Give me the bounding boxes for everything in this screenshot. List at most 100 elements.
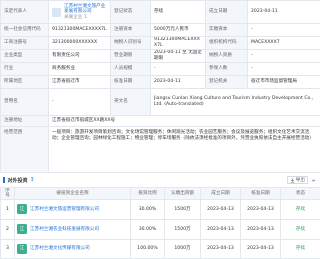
investment-ratio: 30.00%	[131, 199, 165, 219]
business-scope: 一般项目：旅游开发项目策划咨询；文化场馆管理服务；休闲观光活动；农业园艺服务；会…	[49, 127, 320, 173]
info-value: 5000万元人民币	[151, 24, 206, 37]
investment-table: 序号 被投资企业名称 投资比例 认缴出资额 成立日期 核准日期 状态 1 江 江…	[0, 187, 320, 259]
info-label: 纳税人识别号	[111, 37, 151, 50]
approval-date: 2023-04-13	[241, 219, 281, 239]
subscribed-amount: 1000万	[165, 239, 201, 258]
section-accent-bar	[3, 177, 5, 183]
info-label: 行业	[1, 63, 49, 76]
column-header[interactable]: 投资比例	[131, 188, 165, 200]
investment-ratio: 30.00%	[131, 219, 165, 239]
subscribed-amount: 1500万	[165, 199, 201, 219]
export-label: 导出	[296, 178, 305, 183]
info-row: 统一社会信用代码 91321300MACEXXXX7L 注册资本 5000万元人…	[1, 24, 320, 37]
company-name-link[interactable]: 江苏村兰湘文旅运营管理有限公司	[30, 207, 99, 212]
info-label: 法定代表人	[1, 1, 49, 24]
info-value: -	[248, 63, 320, 76]
info-value: 商务服务业	[49, 63, 111, 76]
info-label: 营业期限	[111, 50, 151, 63]
info-value: -	[151, 63, 206, 76]
info-label: 所属地区	[1, 76, 49, 89]
info-value: 2023-04-11	[248, 1, 320, 24]
info-label: 登记机关	[206, 76, 248, 89]
company-logo: 江	[17, 244, 27, 254]
info-row: 所属地区 江苏省宿迁市 核准日期 2023-04-11 登记机关 宿迁市市场监督…	[1, 76, 320, 89]
info-row: 行业 商务服务业 人员规模 - 参保人数 -	[1, 63, 320, 76]
info-label: 企业类型	[1, 50, 49, 63]
info-label: 实缴资本	[206, 24, 248, 37]
section-count: 3	[31, 177, 34, 183]
status-badge: 存续	[281, 199, 320, 219]
info-value: MACEXXXX7	[248, 37, 320, 50]
info-label: 组织机构代码	[206, 37, 248, 50]
row-index: 3	[1, 239, 15, 258]
row-index: 2	[1, 219, 15, 239]
subscribed-amount: 1500万	[165, 219, 201, 239]
company-name-link[interactable]: 江苏村兰湘农业科技发展有限公司	[30, 227, 99, 232]
info-value: 321300000XXXXXX	[49, 37, 111, 50]
info-value: -	[248, 50, 320, 63]
approval-date: 2023-04-13	[241, 239, 281, 258]
info-row: 曾用名 - 英文名 Jiangsu Cunlan Xiang Culture a…	[1, 89, 320, 116]
download-icon	[290, 178, 295, 183]
info-label: 工商注册号	[1, 37, 49, 50]
english-name: Jiangsu Cunlan Xiang Culture and Tourism…	[151, 89, 320, 116]
info-value: 2023-04-11 至 无固定期限	[151, 50, 206, 63]
info-row: 注册地址 江苏省宿迁市宿城区XX路XX号	[1, 116, 320, 127]
registered-address: 江苏省宿迁市宿城区XX路XX号	[49, 116, 320, 127]
info-value: 江苏省宿迁市	[49, 76, 111, 89]
info-label: 登记状态	[111, 1, 151, 24]
info-value: 2023-04-11	[151, 76, 206, 89]
info-row: 法定代表人 江苏村兰湘文旅产业发展有限公司 关联企业 1 登记状态 存续 成立日…	[1, 1, 320, 24]
established-date: 2023-04-13	[201, 219, 241, 239]
info-row: 企业类型 有限责任公司 营业期限 2023-04-11 至 无固定期限 纳税人资…	[1, 50, 320, 63]
section-title: 对外投资	[8, 177, 28, 184]
info-label: 经营范围	[1, 127, 49, 173]
table-row: 2 江 江苏村兰湘农业科技发展有限公司 30.00% 1500万 2023-04…	[1, 219, 320, 239]
avatar	[52, 8, 61, 17]
row-index: 1	[1, 199, 15, 219]
info-label: 统一社会信用代码	[1, 24, 49, 37]
info-label: 英文名	[111, 89, 151, 116]
company-logo: 江	[17, 224, 27, 234]
legal-representative: 江苏村兰湘文旅产业发展有限公司 关联企业 1	[49, 1, 111, 24]
company-info-table: 法定代表人 江苏村兰湘文旅产业发展有限公司 关联企业 1 登记状态 存续 成立日…	[0, 0, 320, 173]
investment-section-header: 对外投资 3 导出	[0, 173, 320, 187]
info-label: 曾用名	[1, 89, 49, 116]
status-value: 存续	[151, 1, 206, 24]
info-row: 工商注册号 321300000XXXXXX 纳税人识别号 91321300MAC…	[1, 37, 320, 50]
info-label: 纳税人资质	[206, 50, 248, 63]
info-value: -	[248, 24, 320, 37]
info-label: 参保人数	[206, 63, 248, 76]
chevron-down-icon[interactable]	[311, 178, 316, 183]
table-header-row: 序号 被投资企业名称 投资比例 认缴出资额 成立日期 核准日期 状态	[1, 188, 320, 200]
company-logo: 江	[17, 204, 27, 214]
related-companies-link[interactable]: 关联企业 1	[64, 15, 87, 20]
table-row: 3 江 江苏村兰湘文化传媒有限公司 100.00% 1000万 2023-04-…	[1, 239, 320, 258]
info-value: 91321300MACEXXXX7L	[49, 24, 111, 37]
column-header[interactable]: 核准日期	[241, 188, 281, 200]
investment-ratio: 100.00%	[131, 239, 165, 258]
info-label: 注册地址	[1, 116, 49, 127]
column-header[interactable]: 认缴出资额	[165, 188, 201, 200]
info-label: 注册资本	[111, 24, 151, 37]
info-value: 91321300MACEXXXX7L	[151, 37, 206, 50]
column-header[interactable]: 成立日期	[201, 188, 241, 200]
established-date: 2023-04-13	[201, 199, 241, 219]
status-badge: 存续	[281, 219, 320, 239]
established-date: 2023-04-13	[201, 239, 241, 258]
info-row: 经营范围 一般项目：旅游开发项目策划咨询；文化场馆管理服务；休闲观光活动；农业园…	[1, 127, 320, 173]
info-value: 有限责任公司	[49, 50, 111, 63]
status-badge: 存续	[281, 239, 320, 258]
export-button[interactable]: 导出	[287, 176, 308, 184]
info-label: 人员规模	[111, 63, 151, 76]
approval-date: 2023-04-13	[241, 199, 281, 219]
company-name-link[interactable]: 江苏村兰湘文化传媒有限公司	[30, 246, 90, 251]
column-header: 序号	[1, 188, 15, 200]
info-value: 宿迁市市场监督管理局	[248, 76, 320, 89]
info-label: 核准日期	[111, 76, 151, 89]
table-row: 1 江 江苏村兰湘文旅运营管理有限公司 30.00% 1500万 2023-04…	[1, 199, 320, 219]
info-label: 成立日期	[206, 1, 248, 24]
legal-representative-link[interactable]: 江苏村兰湘文旅产业发展有限公司	[64, 4, 105, 15]
info-value: -	[49, 89, 111, 116]
column-header: 状态	[281, 188, 320, 200]
